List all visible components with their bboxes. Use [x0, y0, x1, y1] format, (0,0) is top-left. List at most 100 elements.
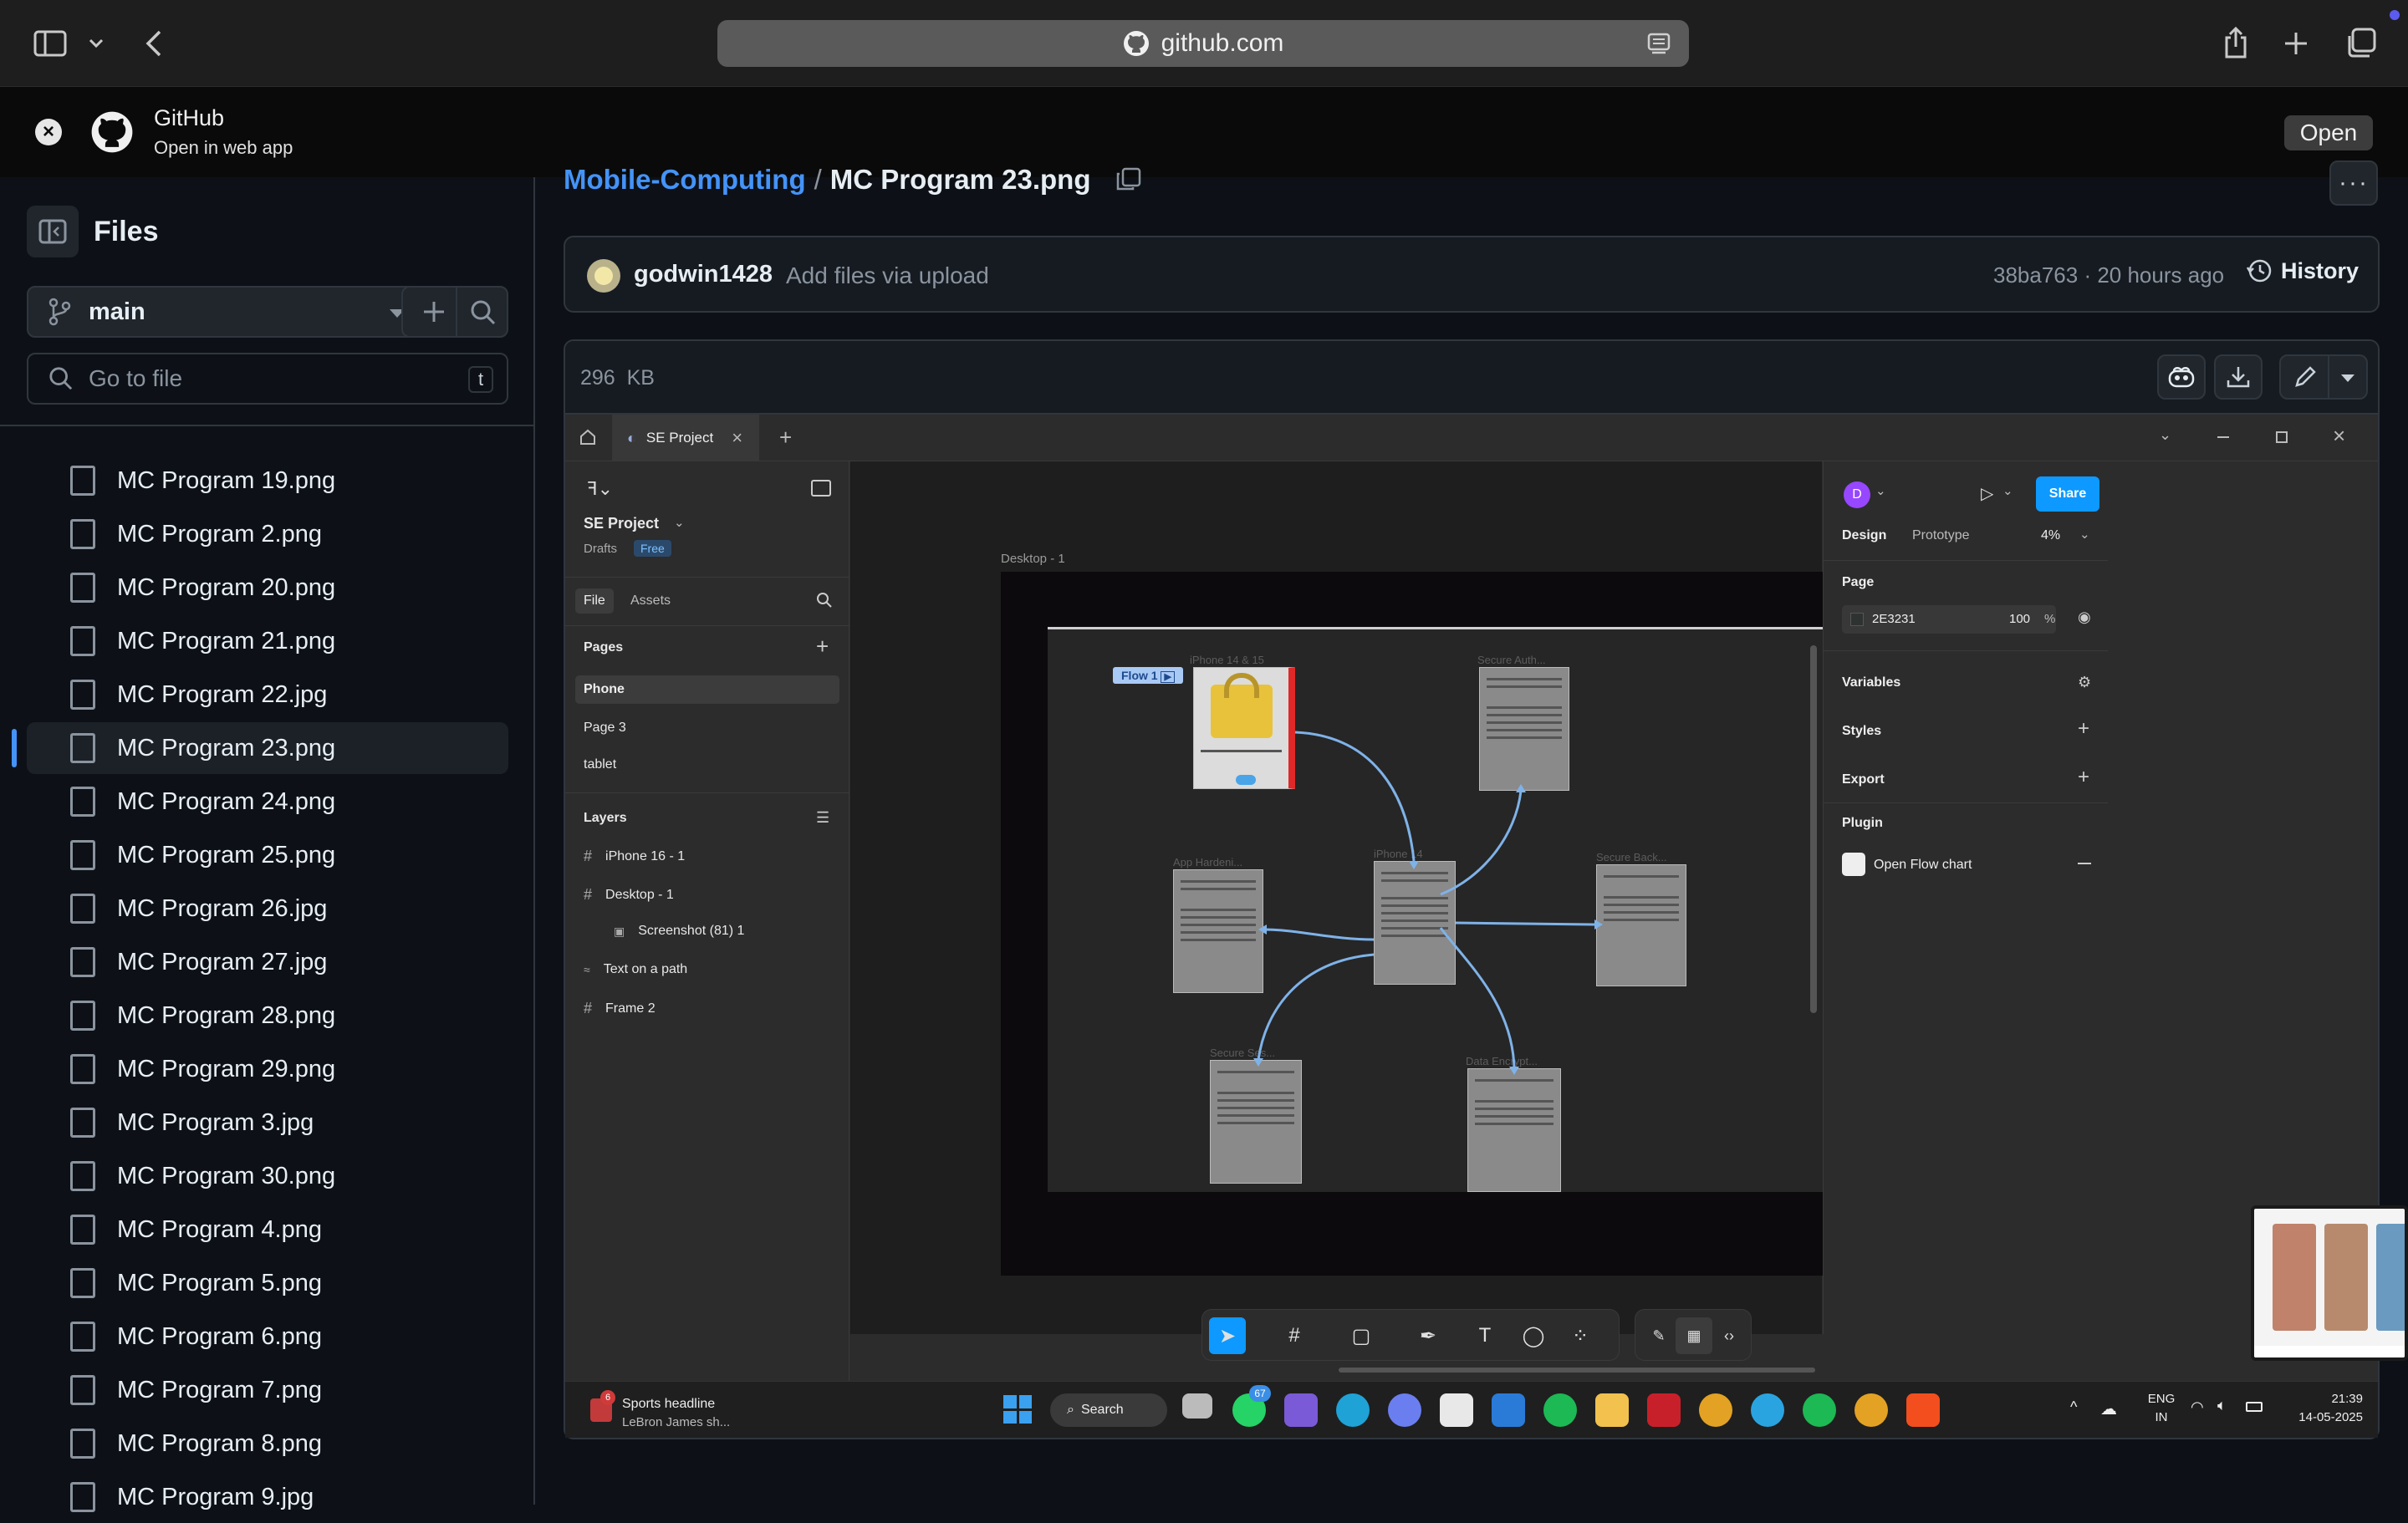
tab-assets[interactable]: Assets	[630, 593, 671, 609]
onedrive-icon[interactable]: ☁	[2100, 1398, 2117, 1419]
commit-meta[interactable]: 38ba763 · 20 hours ago	[1993, 262, 2224, 288]
news-widget[interactable]: 6 Sports headline LeBron James sh...	[590, 1390, 758, 1432]
file-tree-item[interactable]: MC Program 4.png	[27, 1204, 508, 1256]
desktop-frame[interactable]: Flow 1 ▶ iPhone 14 & 15 Secure Auth... A…	[1001, 572, 1900, 1276]
remove-plugin-icon[interactable]	[2078, 863, 2091, 864]
present-chevron-icon[interactable]: ⌄	[2002, 483, 2013, 498]
telegram-icon[interactable]	[1751, 1393, 1784, 1427]
commit-author[interactable]: godwin1428	[634, 261, 773, 288]
download-button[interactable]	[2214, 354, 2263, 400]
taskbar-search[interactable]: ⌕ Search	[1050, 1393, 1167, 1427]
share-button[interactable]: Share	[2036, 476, 2099, 512]
add-style-icon[interactable]: +	[2078, 717, 2089, 741]
more-options-button[interactable]: ···	[2329, 160, 2378, 206]
tab-design[interactable]: Design	[1842, 528, 1886, 543]
dell-icon[interactable]	[1492, 1393, 1525, 1427]
figma-menu-icon[interactable]: ꟻ⌄	[587, 478, 613, 500]
share-icon[interactable]	[2217, 23, 2254, 62]
video-thumbnail-overlay[interactable]	[2251, 1205, 2408, 1361]
text-tool-icon[interactable]: T	[1467, 1317, 1503, 1354]
file-tree-item[interactable]: MC Program 7.png	[27, 1364, 508, 1416]
edit-dropdown-caret-icon[interactable]	[2341, 374, 2354, 382]
chrome-icon[interactable]	[1699, 1393, 1732, 1427]
page-item-page3[interactable]: Page 3	[584, 721, 626, 736]
move-tool-icon[interactable]: ➤	[1209, 1317, 1246, 1354]
pen-tool-icon[interactable]: ✒	[1410, 1317, 1446, 1354]
edit-icon[interactable]	[2293, 364, 2318, 394]
variables-title[interactable]: Variables	[1842, 675, 1900, 690]
layer-screenshot[interactable]: ▣ Screenshot (81) 1	[614, 924, 744, 939]
avatar[interactable]	[587, 259, 620, 293]
collapse-sidebar-button[interactable]	[27, 206, 79, 257]
address-bar[interactable]: github.com	[717, 20, 1689, 67]
page-color-field[interactable]: 2E3231 100 %	[1842, 605, 2056, 634]
file-tree-item[interactable]: MC Program 19.png	[27, 455, 508, 507]
export-title[interactable]: Export	[1842, 772, 1885, 787]
maximize-icon[interactable]	[2276, 431, 2288, 443]
file-tree-item[interactable]: MC Program 30.png	[27, 1150, 508, 1202]
chevron-down-icon[interactable]: ⌄	[2159, 426, 2171, 444]
file-tree-item[interactable]: MC Program 20.png	[27, 562, 508, 614]
mcafee-icon[interactable]	[1647, 1393, 1681, 1427]
open-app-button[interactable]: Open	[2284, 115, 2373, 150]
copy-path-icon[interactable]	[1115, 167, 1143, 192]
canvas-vertical-scrollbar[interactable]	[1810, 645, 1817, 1013]
file-tree-item[interactable]: MC Program 2.png	[27, 508, 508, 560]
reader-icon[interactable]	[1647, 32, 1671, 62]
add-page-icon[interactable]: +	[816, 634, 829, 660]
new-tab-icon[interactable]: +	[779, 425, 792, 451]
new-tab-icon[interactable]	[2278, 25, 2314, 62]
wifi-icon[interactable]: ◠	[2191, 1398, 2204, 1416]
language-indicator[interactable]: ENG IN	[2140, 1390, 2182, 1427]
project-chevron-icon[interactable]: ⌄	[674, 515, 685, 530]
panel-toggle-icon[interactable]	[811, 480, 831, 497]
variables-icon[interactable]: ⚙	[2078, 674, 2091, 691]
file-tree-item[interactable]: MC Program 27.jpg	[27, 936, 508, 988]
eye-icon[interactable]: ◉	[2078, 609, 2091, 626]
minimize-icon[interactable]	[2217, 436, 2229, 438]
styles-title[interactable]: Styles	[1842, 724, 1881, 739]
rectangle-tool-icon[interactable]: ▢	[1343, 1317, 1380, 1354]
actions-tool-icon[interactable]: ⁘	[1562, 1317, 1599, 1354]
add-file-button[interactable]	[401, 286, 508, 338]
present-icon[interactable]: ▷	[1981, 483, 1993, 504]
zoom-chevron-icon[interactable]: ⌄	[2079, 527, 2090, 542]
home-icon[interactable]	[579, 428, 597, 451]
figma-icon[interactable]	[1906, 1393, 1940, 1427]
close-tab-icon[interactable]: ×	[732, 427, 742, 449]
breadcrumb-repo-link[interactable]: Mobile-Computing	[564, 164, 806, 196]
go-to-file-input[interactable]: Go to file t	[27, 353, 508, 405]
page-item-tablet[interactable]: tablet	[584, 757, 616, 772]
dev-mode-icon[interactable]: ‹›	[1711, 1317, 1747, 1354]
file-tree-item[interactable]: MC Program 23.png	[12, 722, 508, 774]
task-view-icon[interactable]	[1182, 1393, 1212, 1419]
tray-chevron-icon[interactable]: ^	[2070, 1398, 2077, 1416]
chevron-down-icon[interactable]: ⌄	[1875, 483, 1886, 498]
project-name[interactable]: SE Project	[584, 515, 659, 532]
file-tree-item[interactable]: MC Program 24.png	[27, 776, 508, 828]
file-tree-item[interactable]: MC Program 28.png	[27, 990, 508, 1042]
design-mode-icon[interactable]: ▦	[1676, 1317, 1712, 1354]
comment-tool-icon[interactable]: ◯	[1515, 1317, 1552, 1354]
sidebar-icon[interactable]	[32, 25, 69, 62]
close-window-icon[interactable]: ×	[2333, 423, 2345, 449]
file-tree-item[interactable]: MC Program 8.png	[27, 1418, 508, 1470]
file-tree-item[interactable]: MC Program 25.png	[27, 829, 508, 881]
back-icon[interactable]	[135, 25, 172, 62]
store-icon[interactable]	[1440, 1393, 1473, 1427]
draw-mode-icon[interactable]: ✎	[1640, 1317, 1677, 1354]
layer-text-path[interactable]: ≈ Text on a path	[584, 962, 687, 977]
layer-frame2[interactable]: # Frame 2	[584, 1000, 656, 1017]
figma-tab[interactable]: ◐ SE Project ×	[612, 415, 759, 461]
tabs-icon[interactable]	[2341, 25, 2380, 62]
spotify-icon-2[interactable]	[1803, 1393, 1836, 1427]
copilot-button[interactable]	[2157, 354, 2206, 400]
copilot-icon[interactable]	[1388, 1393, 1421, 1427]
volume-icon[interactable]: 🔈︎	[2217, 1397, 2227, 1414]
plugin-item-label[interactable]: Open Flow chart	[1874, 858, 1972, 873]
close-banner-icon[interactable]: ×	[35, 119, 62, 145]
edge-icon[interactable]	[1336, 1393, 1370, 1427]
file-tree-item[interactable]: MC Program 22.jpg	[27, 669, 508, 721]
battery-icon[interactable]	[2246, 1402, 2263, 1412]
file-tree-item[interactable]: MC Program 3.jpg	[27, 1097, 508, 1149]
